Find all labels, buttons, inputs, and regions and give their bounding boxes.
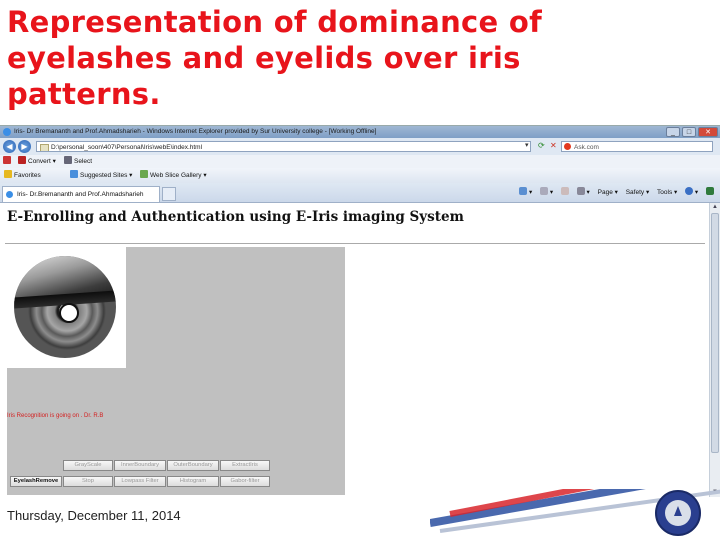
window-titlebar: Iris- Dr Bremananth and Prof.Ahmadsharie… bbox=[0, 126, 720, 138]
convert-label: Convert bbox=[28, 158, 51, 165]
lowpass-filter-button[interactable]: Lowpass Filter bbox=[114, 476, 166, 487]
back-button[interactable]: ◀ bbox=[3, 140, 16, 153]
select-button[interactable]: Select bbox=[64, 155, 92, 168]
select-label: Select bbox=[74, 158, 93, 165]
command-bar: ▾ ▾ ▾ Page ▾ Safety ▾ Tools ▾ ▾ bbox=[519, 183, 720, 202]
safety-menu-label: Safety bbox=[625, 189, 645, 196]
page-heading: E-Enrolling and Authentication using E-I… bbox=[7, 209, 464, 225]
toolbar-row: Convert ▾ Select bbox=[0, 155, 720, 168]
slide-date: Thursday, December 11, 2014 bbox=[7, 508, 181, 523]
web-slice-gallery-link[interactable]: Web Slice Gallery ▾ bbox=[140, 168, 207, 183]
forward-button[interactable]: ▶ bbox=[18, 140, 31, 153]
tab-iris[interactable]: Iris- Dr.Bremananth and Prof.Ahmadsharie… bbox=[2, 186, 160, 202]
address-bar-row: ◀ ▶ D:\personal_soon\407\Personal\Iris\w… bbox=[0, 138, 720, 155]
slide-title: Representation of dominance of eyelashes… bbox=[7, 4, 627, 112]
ie-logo-icon bbox=[3, 128, 11, 136]
stop-button[interactable]: Stop bbox=[63, 476, 113, 487]
tab-label: Iris- Dr.Bremananth and Prof.Ahmadsharie… bbox=[17, 191, 144, 198]
iris-applet-panel: Iris Recognition is going on . Dr. R.B G… bbox=[7, 247, 345, 495]
tools-menu-label: Tools bbox=[657, 189, 673, 196]
scroll-up-icon[interactable]: ▲ bbox=[710, 203, 720, 212]
new-tab-button[interactable] bbox=[162, 187, 176, 201]
tools-menu[interactable]: Tools ▾ bbox=[657, 183, 677, 202]
scrollbar-thumb[interactable] bbox=[711, 213, 719, 453]
address-input[interactable]: D:\personal_soon\407\Personal\Iris\webE\… bbox=[36, 141, 531, 152]
browser-window-screenshot: Iris- Dr Bremananth and Prof.Ahmadsharie… bbox=[0, 125, 720, 497]
window-title: Iris- Dr Bremananth and Prof.Ahmadsharie… bbox=[14, 128, 377, 135]
tab-ie-icon bbox=[6, 191, 13, 198]
iris-image bbox=[14, 256, 116, 358]
feeds-icon[interactable]: ▾ bbox=[540, 183, 553, 202]
window-controls: _ □ ✕ bbox=[666, 127, 718, 137]
page-menu[interactable]: Page ▾ bbox=[598, 183, 618, 202]
extract-iris-button[interactable]: ExtractIris bbox=[220, 460, 270, 471]
convert-button[interactable]: Convert ▾ bbox=[18, 155, 56, 168]
help-icon[interactable]: ▾ bbox=[685, 183, 698, 202]
file-icon[interactable] bbox=[3, 155, 13, 168]
favorites-button[interactable]: Favorites bbox=[4, 168, 41, 183]
slide-title-line-2: eyelashes and eyelids over iris bbox=[7, 41, 521, 75]
read-mail-icon[interactable] bbox=[560, 183, 569, 202]
gabor-filter-button[interactable]: Gabor-filter bbox=[220, 476, 270, 487]
web-slice-gallery-label: Web Slice Gallery bbox=[150, 172, 202, 179]
pupil-region bbox=[58, 302, 79, 323]
page-icon bbox=[40, 144, 49, 151]
favorites-label: Favorites bbox=[14, 172, 41, 179]
close-button[interactable]: ✕ bbox=[698, 127, 718, 137]
page-menu-label: Page bbox=[597, 189, 613, 196]
suggested-sites-label: Suggested Sites bbox=[80, 172, 128, 179]
vertical-scrollbar[interactable]: ▲ ▼ bbox=[709, 203, 720, 497]
grayscale-button[interactable]: GrayScale bbox=[63, 460, 113, 471]
research-icon[interactable] bbox=[706, 183, 714, 202]
heading-divider bbox=[5, 243, 705, 244]
outer-boundary-button[interactable]: OuterBoundary bbox=[167, 460, 219, 471]
home-icon[interactable]: ▾ bbox=[519, 183, 532, 202]
suggested-sites-link[interactable]: Suggested Sites ▾ bbox=[70, 168, 132, 183]
favorites-bar: Favorites Suggested Sites ▾ Web Slice Ga… bbox=[0, 168, 720, 184]
refresh-icon[interactable]: ⟳ bbox=[538, 141, 545, 150]
histogram-button[interactable]: Histogram bbox=[167, 476, 219, 487]
search-placeholder: Ask.com bbox=[574, 144, 599, 151]
stop-icon[interactable]: ✕ bbox=[550, 141, 557, 150]
inner-boundary-button[interactable]: InnerBoundary bbox=[114, 460, 166, 471]
eyelash-remove-button[interactable]: EyelashRemove bbox=[10, 476, 62, 487]
slide-title-line-1: Representation of dominance of bbox=[7, 5, 543, 39]
page-content: E-Enrolling and Authentication using E-I… bbox=[0, 203, 709, 497]
iris-image-box bbox=[7, 247, 126, 368]
address-text: D:\personal_soon\407\Personal\Iris\webE\… bbox=[51, 144, 203, 151]
print-icon[interactable]: ▾ bbox=[576, 183, 590, 202]
ask-logo-icon bbox=[564, 143, 571, 150]
address-dropdown-icon[interactable]: ▾ bbox=[525, 141, 529, 149]
slide-title-line-3: patterns. bbox=[7, 77, 161, 111]
maximize-button[interactable]: □ bbox=[682, 127, 696, 137]
tab-bar: Iris- Dr.Bremananth and Prof.Ahmadsharie… bbox=[0, 183, 720, 203]
minimize-button[interactable]: _ bbox=[666, 127, 680, 137]
search-input[interactable]: Ask.com bbox=[561, 141, 713, 152]
university-seal-logo bbox=[655, 490, 701, 536]
status-message: Iris Recognition is going on . Dr. R.B bbox=[7, 413, 104, 419]
safety-menu[interactable]: Safety ▾ bbox=[626, 183, 650, 202]
